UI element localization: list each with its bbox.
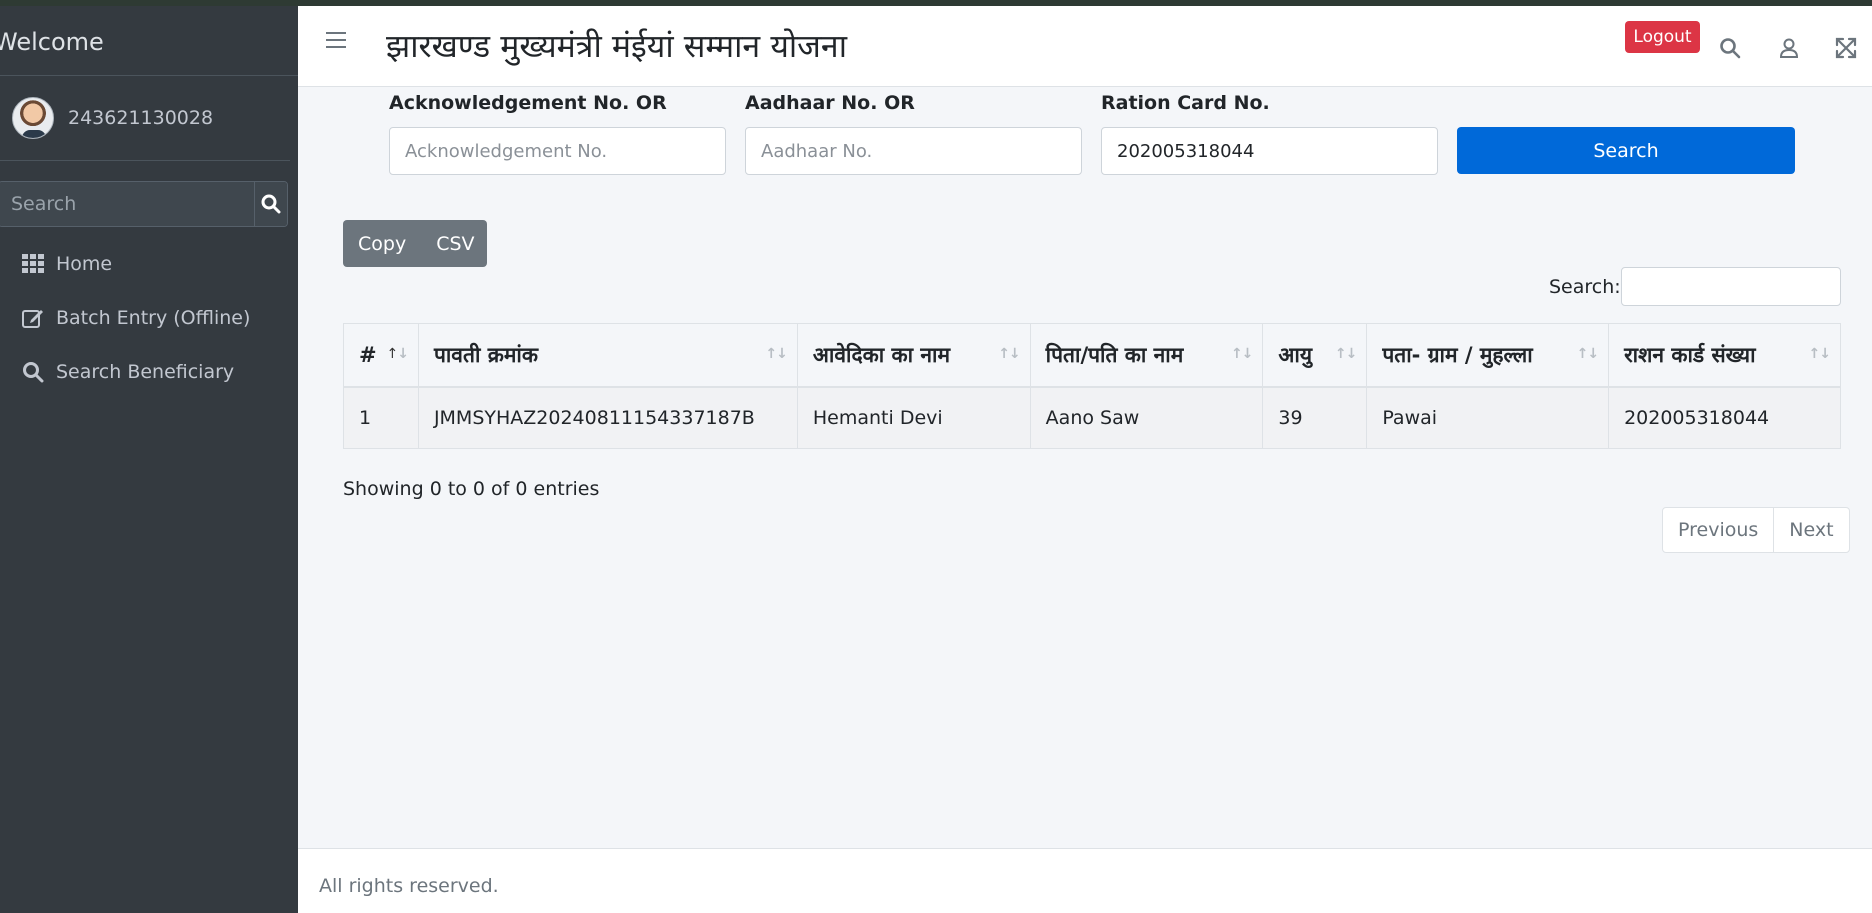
- edit-icon: [20, 306, 46, 330]
- table-search-input[interactable]: [1621, 267, 1841, 306]
- table-info: Showing 0 to 0 of 0 entries: [343, 478, 600, 500]
- sort-icon: ↑↓: [1230, 346, 1253, 362]
- sort-icon: ↑↓: [1576, 346, 1599, 362]
- ack-label: Acknowledgement No. OR: [389, 92, 667, 114]
- sidebar-nav: Home Batch Entry (Offline) Search Benefi…: [0, 237, 298, 399]
- sidebar-search: [0, 181, 288, 227]
- table-cell: Pawai: [1366, 386, 1610, 449]
- search-icon: [261, 194, 281, 214]
- footer-text: All rights reserved.: [319, 875, 499, 897]
- page-title: झारखण्ड मुख्यमंत्री मंईयां सम्मान योजना: [386, 27, 847, 65]
- beneficiary-table: # ↑↓ पावती क्रमांक ↑↓ आवेदिका का नाम ↑↓ पित…: [343, 323, 1841, 449]
- user-panel[interactable]: 243621130028: [0, 76, 290, 161]
- user-icon[interactable]: [1777, 36, 1801, 60]
- table-cell: Hemanti Devi: [796, 386, 1031, 449]
- sidebar-item-batch-entry[interactable]: Batch Entry (Offline): [0, 291, 298, 345]
- sort-icon: ↑↓: [1808, 346, 1831, 362]
- ration-label: Ration Card No.: [1101, 92, 1270, 114]
- avatar: [12, 97, 54, 139]
- sidebar-item-label: Search Beneficiary: [56, 361, 235, 383]
- sidebar-item-label: Batch Entry (Offline): [56, 307, 251, 329]
- sort-icon: ↑↓: [765, 346, 787, 362]
- copy-button[interactable]: Copy: [343, 233, 421, 255]
- next-button[interactable]: Next: [1773, 508, 1848, 552]
- sidebar-item-search-beneficiary[interactable]: Search Beneficiary: [0, 345, 298, 399]
- sort-icon: ↑↓: [386, 346, 408, 362]
- sidebar: Welcome 243621130028 Home Batch Entry (O…: [0, 6, 298, 913]
- table-cell: 202005318044: [1608, 386, 1841, 449]
- sidebar-search-button[interactable]: [254, 182, 287, 226]
- sidebar-item-label: Home: [56, 253, 113, 275]
- column-header[interactable]: राशन कार्ड संख्या ↑↓: [1608, 323, 1841, 388]
- csv-button[interactable]: CSV: [421, 233, 489, 255]
- sort-icon: ↑↓: [1334, 346, 1357, 362]
- column-header[interactable]: पावती क्रमांक ↑↓: [417, 323, 798, 388]
- top-navbar: झारखण्ड मुख्यमंत्री मंईयां सम्मान योजना …: [298, 6, 1872, 87]
- logout-button[interactable]: Logout: [1625, 21, 1700, 53]
- ration-card-input[interactable]: [1101, 127, 1438, 175]
- sidebar-search-input[interactable]: [0, 182, 254, 226]
- search-button[interactable]: Search: [1457, 127, 1795, 174]
- brand-text: Welcome: [0, 6, 298, 76]
- table-cell: 39: [1262, 386, 1368, 449]
- hamburger-menu-icon[interactable]: [326, 32, 346, 50]
- table-cell: JMMSYHAZ20240811154337187B: [417, 386, 798, 449]
- footer: All rights reserved.: [298, 848, 1872, 913]
- export-button-group: Copy CSV: [343, 220, 487, 267]
- pagination: Previous Next: [1662, 507, 1850, 553]
- previous-button[interactable]: Previous: [1663, 508, 1773, 552]
- search-icon: [20, 360, 46, 384]
- aadhaar-label: Aadhaar No. OR: [745, 92, 915, 114]
- table-cell: Aano Saw: [1029, 386, 1264, 449]
- user-name: 243621130028: [68, 107, 214, 129]
- fullscreen-icon[interactable]: [1834, 36, 1858, 60]
- column-header[interactable]: पता- ग्राम / मुहल्ला ↑↓: [1366, 323, 1610, 388]
- column-header[interactable]: पिता/पति का नाम ↑↓: [1029, 323, 1264, 388]
- aadhaar-input[interactable]: [745, 127, 1082, 175]
- acknowledgement-input[interactable]: [389, 127, 726, 175]
- sort-icon: ↑↓: [998, 346, 1020, 362]
- column-header[interactable]: # ↑↓: [343, 323, 419, 388]
- column-header[interactable]: आवेदिका का नाम ↑↓: [796, 323, 1031, 388]
- search-icon[interactable]: [1718, 36, 1742, 60]
- table-search-label: Search:: [1549, 276, 1621, 298]
- table-header-row: # ↑↓ पावती क्रमांक ↑↓ आवेदिका का नाम ↑↓ पित…: [343, 323, 1841, 388]
- column-header[interactable]: आयु ↑↓: [1262, 323, 1368, 388]
- table-row: 1 JMMSYHAZ20240811154337187B Hemanti Dev…: [343, 386, 1841, 449]
- table-cell: 1: [343, 386, 419, 449]
- grid-icon: [20, 252, 46, 276]
- sidebar-item-home[interactable]: Home: [0, 237, 298, 291]
